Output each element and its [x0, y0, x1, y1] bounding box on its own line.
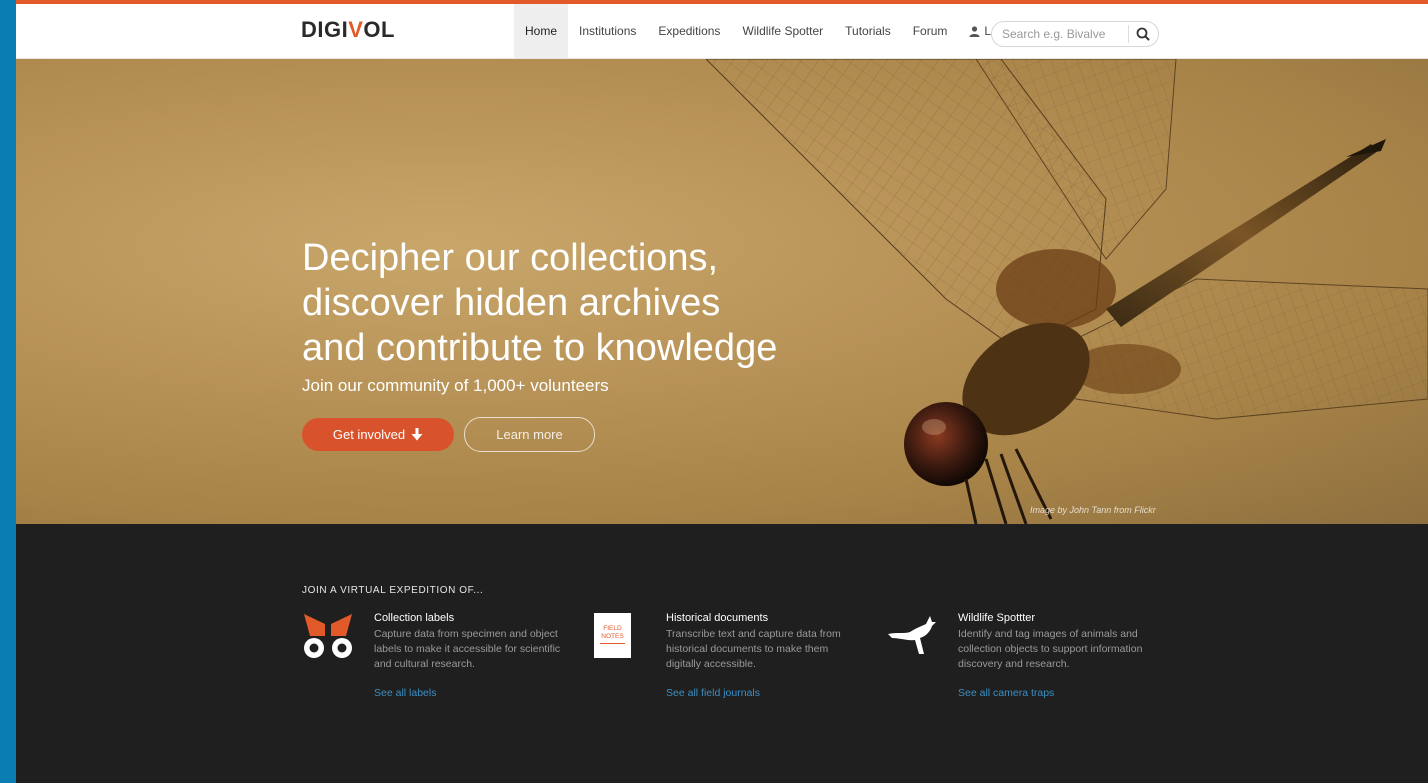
card-historical-documents: FIELD NOTES Historical documents Transcr…	[594, 612, 884, 732]
learn-more-button[interactable]: Learn more	[464, 417, 595, 452]
card-title: Historical documents	[666, 612, 769, 624]
see-all-field-journals-link[interactable]: See all field journals	[666, 687, 760, 699]
butterfly-icon	[304, 614, 352, 658]
kangaroo-icon	[888, 616, 936, 654]
main-nav: Home Institutions Expeditions Wildlife S…	[514, 4, 1028, 58]
hero-headline: Decipher our collections, discover hidde…	[302, 237, 778, 369]
user-icon	[969, 25, 980, 37]
field-notes-icon: FIELD NOTES	[594, 613, 631, 658]
get-involved-button[interactable]: Get involved	[302, 418, 454, 451]
digivol-logo[interactable]: DIGIVOL	[301, 17, 395, 43]
image-credit: Image by John Tann from Flickr	[1030, 505, 1156, 515]
search-box	[991, 21, 1159, 47]
card-wildlife-spotter: Wildlife Spottter Identify and tag image…	[886, 612, 1176, 732]
card-title: Collection labels	[374, 612, 455, 624]
search-button[interactable]	[1132, 24, 1154, 44]
card-title: Wildlife Spottter	[958, 612, 1036, 624]
section-heading: JOIN A VIRTUAL EXPEDITION OF...	[302, 585, 484, 596]
card-description: Capture data from specimen and object la…	[374, 628, 561, 670]
nav-forum[interactable]: Forum	[902, 4, 959, 58]
expeditions-section: JOIN A VIRTUAL EXPEDITION OF... Collecti…	[16, 524, 1428, 783]
see-all-labels-link[interactable]: See all labels	[374, 687, 436, 699]
card-description: Transcribe text and capture data from hi…	[666, 628, 841, 670]
nav-expeditions[interactable]: Expeditions	[647, 4, 731, 58]
nav-institutions[interactable]: Institutions	[568, 4, 647, 58]
see-all-camera-traps-link[interactable]: See all camera traps	[958, 687, 1054, 699]
nav-home[interactable]: Home	[514, 4, 569, 58]
card-description: Identify and tag images of animals and c…	[958, 628, 1143, 670]
browser-viewport: DIGIVOL Home Institutions Expeditions Wi…	[16, 0, 1428, 783]
top-navbar: DIGIVOL Home Institutions Expeditions Wi…	[16, 4, 1428, 59]
arrow-down-icon	[411, 428, 423, 441]
nav-wildlife-spotter[interactable]: Wildlife Spotter	[731, 4, 834, 58]
search-icon	[1136, 27, 1150, 41]
hero-banner: Decipher our collections, discover hidde…	[16, 59, 1428, 524]
search-divider	[1128, 25, 1129, 43]
card-collection-labels: Collection labels Capture data from spec…	[302, 612, 592, 732]
search-input[interactable]	[1000, 25, 1124, 43]
nav-tutorials[interactable]: Tutorials	[834, 4, 902, 58]
hero-subtitle: Join our community of 1,000+ volunteers	[302, 376, 609, 395]
